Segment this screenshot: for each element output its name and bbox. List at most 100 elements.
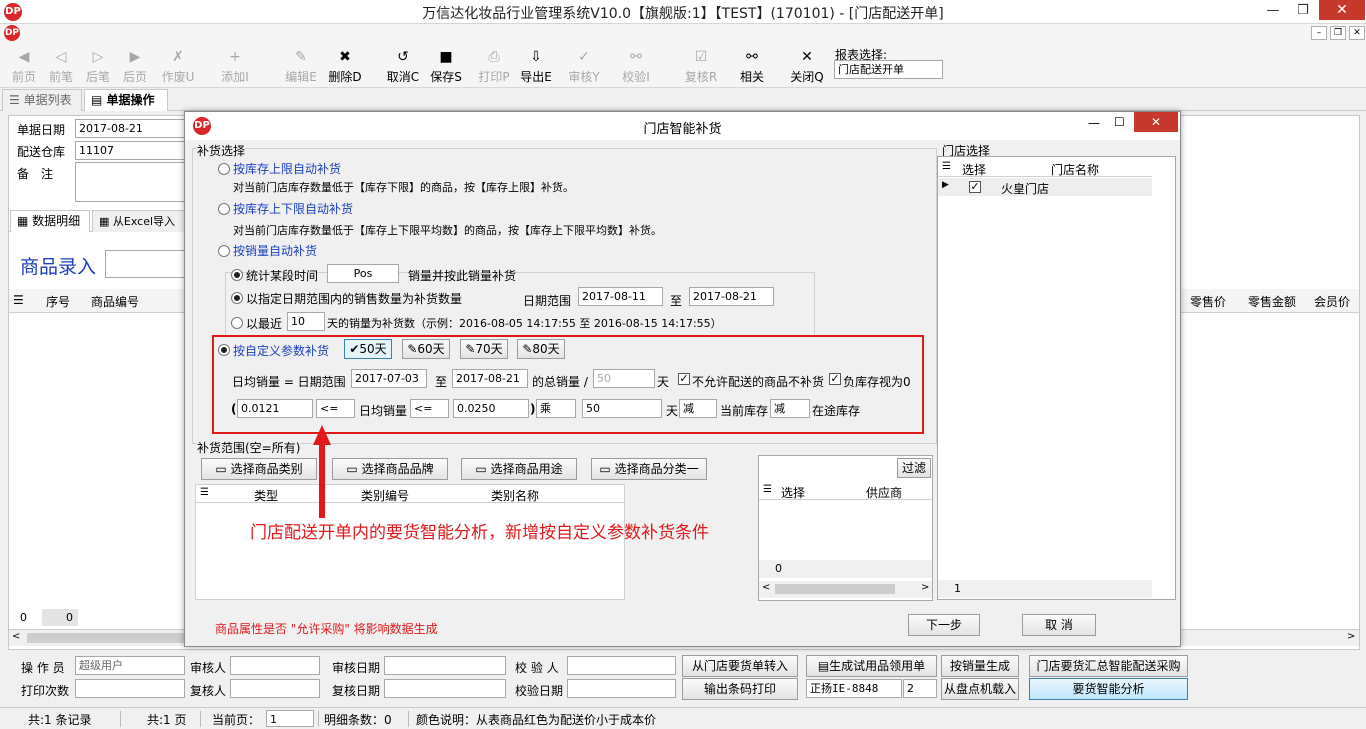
next-button[interactable]: 下一步 bbox=[908, 614, 980, 636]
related-button[interactable]: ⚯ 相关 bbox=[732, 48, 772, 85]
scroll-left-icon[interactable]: < bbox=[762, 582, 770, 593]
mdi-restore-button[interactable]: ❐ bbox=[1330, 26, 1346, 40]
checker-field[interactable] bbox=[567, 656, 676, 675]
radio-sub3[interactable] bbox=[231, 317, 243, 329]
save-button[interactable]: ■ 保存S bbox=[426, 48, 466, 85]
days-50-button[interactable]: ✔50天 bbox=[344, 339, 392, 359]
restore-button[interactable]: ❒ bbox=[1288, 0, 1318, 22]
approve-button[interactable]: ✓ 审核Y bbox=[564, 48, 604, 85]
load-from-scanner-button[interactable]: 从盘点机载入 bbox=[941, 678, 1019, 700]
tab-doc-operation[interactable]: ▤ 单据操作 bbox=[84, 89, 168, 111]
rechecker-field[interactable] bbox=[230, 679, 320, 698]
max-ratio-field[interactable]: 0.0250 bbox=[453, 399, 529, 418]
cancel-button[interactable]: 取 消 bbox=[1022, 614, 1096, 636]
scroll-left-icon[interactable]: < bbox=[12, 631, 20, 642]
copies-stepper[interactable]: 2 bbox=[903, 679, 937, 698]
scroll-right-icon[interactable]: > bbox=[921, 582, 929, 593]
mdi-close-button[interactable]: ✕ bbox=[1349, 26, 1365, 40]
dialog-minimize-button[interactable]: — bbox=[1088, 116, 1100, 130]
printer-select[interactable]: 正扬IE-8848 bbox=[806, 679, 902, 698]
prev-record-button[interactable]: ◁ 前笔 bbox=[41, 48, 81, 85]
chk-no-delivery[interactable]: ✓ bbox=[678, 373, 690, 385]
close-button[interactable]: ✕ 关闭Q bbox=[787, 48, 827, 85]
smart-purchase-button[interactable]: 门店要货汇总智能配送采购 bbox=[1029, 655, 1188, 677]
reviewer-field[interactable] bbox=[230, 656, 320, 675]
radio-opt2[interactable] bbox=[218, 203, 230, 215]
chk-negative-stock[interactable]: ✓ bbox=[829, 373, 841, 385]
date-field[interactable]: 2017-08-21 bbox=[75, 119, 187, 138]
dialog-close-button[interactable]: ✕ bbox=[1134, 112, 1178, 132]
select-class1-button[interactable]: ▭ 选择商品分类一 bbox=[591, 458, 707, 480]
subtract1-select[interactable]: 减 bbox=[679, 399, 717, 418]
edit-button[interactable]: ✎ 编辑E bbox=[281, 48, 321, 85]
multiply-days-field[interactable]: 50 bbox=[582, 399, 662, 418]
add-button[interactable]: + 添加I bbox=[215, 48, 255, 85]
from-request-button[interactable]: 从门店要货单转入 bbox=[682, 655, 798, 677]
filter-button[interactable]: 过滤 bbox=[897, 458, 931, 478]
recheck-date-field[interactable] bbox=[384, 679, 506, 698]
next-record-button[interactable]: ▷ 后笔 bbox=[78, 48, 118, 85]
remark-field[interactable] bbox=[75, 162, 187, 202]
close-button[interactable]: ✕ bbox=[1319, 0, 1365, 20]
minimize-button[interactable]: — bbox=[1258, 0, 1288, 22]
op1-select[interactable]: <= bbox=[316, 399, 355, 418]
report-select-input[interactable]: 门店配送开单 bbox=[834, 60, 943, 79]
store-row[interactable]: ▶ ✓ 火皇门店 bbox=[938, 178, 1152, 196]
scroll-right-icon[interactable]: > bbox=[1347, 631, 1355, 642]
tab-data-detail[interactable]: ▦ 数据明细 bbox=[10, 210, 90, 232]
barcode-print-button[interactable]: 输出条码打印 bbox=[682, 678, 798, 700]
operator-field[interactable]: 超级用户 bbox=[75, 656, 185, 675]
avg-days-field[interactable]: 50 bbox=[593, 369, 655, 388]
print-count-field[interactable] bbox=[75, 679, 185, 698]
avg-from-field[interactable]: 2017-07-03 bbox=[351, 369, 427, 388]
range-from-field[interactable]: 2017-08-11 bbox=[578, 287, 663, 306]
sub1-source-field[interactable]: Pos bbox=[327, 264, 399, 283]
last-page-button[interactable]: ▶ 后页 bbox=[115, 48, 155, 85]
radio-sub1[interactable] bbox=[231, 269, 243, 281]
cancel-button[interactable]: ↺ 取消C bbox=[383, 48, 423, 85]
days-60-button[interactable]: ✎60天 bbox=[402, 339, 450, 359]
sub3-days-field[interactable]: 10 bbox=[287, 312, 325, 331]
review-date-field[interactable] bbox=[384, 656, 506, 675]
print-button[interactable]: ⎙ 打印P bbox=[474, 48, 514, 85]
delete-button[interactable]: ✖ 删除D bbox=[325, 48, 365, 85]
verify-button[interactable]: ⚯ 校验I bbox=[616, 48, 656, 85]
dialog-maximize-button[interactable]: ☐ bbox=[1114, 115, 1125, 129]
select-category-button[interactable]: ▭ 选择商品类别 bbox=[201, 458, 317, 480]
multiply-select[interactable]: 乘 bbox=[536, 399, 576, 418]
tab-doc-list[interactable]: ☰ 单据列表 bbox=[2, 89, 82, 111]
supplier-scrollbar[interactable]: < > bbox=[759, 581, 932, 598]
days-80-button[interactable]: ✎80天 bbox=[517, 339, 565, 359]
check-date-field[interactable] bbox=[567, 679, 676, 698]
by-sales-button[interactable]: 按销量生成 bbox=[941, 655, 1019, 677]
days-70-button[interactable]: ✎70天 bbox=[460, 339, 508, 359]
select-usage-button[interactable]: ▭ 选择商品用途 bbox=[461, 458, 577, 480]
avg-to-field[interactable]: 2017-08-21 bbox=[452, 369, 528, 388]
scroll-thumb[interactable] bbox=[27, 633, 187, 643]
export-button[interactable]: ⇩ 导出E bbox=[516, 48, 556, 85]
warehouse-field[interactable]: 11107 bbox=[75, 141, 187, 160]
opt4-title[interactable]: 按自定义参数补货 bbox=[233, 342, 329, 359]
min-ratio-field[interactable]: 0.0121 bbox=[237, 399, 313, 418]
first-page-button[interactable]: ◀ 前页 bbox=[4, 48, 44, 85]
recheck-button[interactable]: ☑ 复核R bbox=[681, 48, 721, 85]
trial-product-button[interactable]: ▤生成试用品领用单 bbox=[806, 655, 937, 677]
opt2-title[interactable]: 按库存上下限自动补货 bbox=[233, 200, 353, 217]
entry-input[interactable] bbox=[105, 250, 185, 278]
radio-opt4[interactable] bbox=[218, 344, 230, 356]
current-page-input[interactable]: 1 bbox=[266, 710, 314, 727]
tab-excel-import[interactable]: ▦ 从Excel导入 bbox=[92, 210, 188, 232]
radio-opt1[interactable] bbox=[218, 163, 230, 175]
mdi-minimize-button[interactable]: – bbox=[1311, 26, 1327, 40]
store-row-checkbox[interactable]: ✓ bbox=[969, 181, 981, 193]
select-brand-button[interactable]: ▭ 选择商品品牌 bbox=[332, 458, 448, 480]
smart-analysis-button[interactable]: 要货智能分析 bbox=[1029, 678, 1188, 700]
void-button[interactable]: ✗ 作废U bbox=[158, 48, 198, 85]
op2-select[interactable]: <= bbox=[410, 399, 449, 418]
subtract2-select[interactable]: 减 bbox=[770, 399, 810, 418]
range-to-field[interactable]: 2017-08-21 bbox=[689, 287, 774, 306]
scroll-thumb[interactable] bbox=[775, 584, 895, 594]
radio-opt3[interactable] bbox=[218, 245, 230, 257]
opt3-title[interactable]: 按销量自动补货 bbox=[233, 242, 317, 259]
radio-sub2[interactable] bbox=[231, 292, 243, 304]
